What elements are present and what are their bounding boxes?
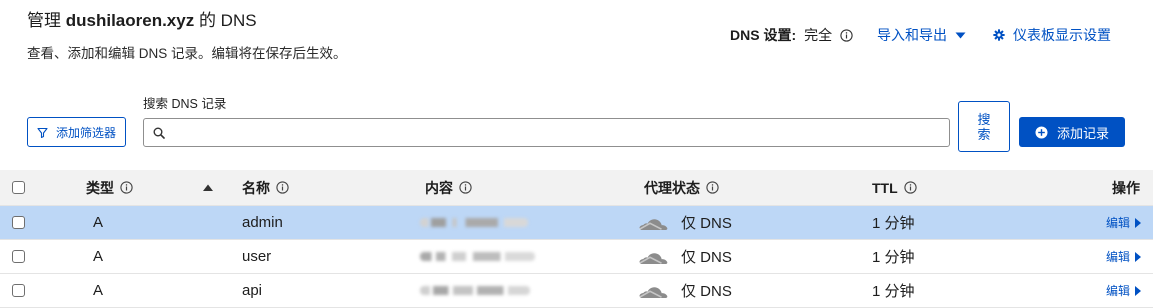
table-header-row: 类型 名称 内容 代理状态 TTL 操作 bbox=[0, 170, 1153, 206]
sort-ascending-icon-glyph bbox=[203, 184, 213, 191]
title-domain: dushilaoren.xyz bbox=[65, 11, 195, 30]
search-icon bbox=[153, 127, 165, 139]
column-header-proxy-status[interactable]: 代理状态 bbox=[644, 170, 719, 205]
record-ttl: 1 分钟 bbox=[872, 215, 915, 232]
info-icon[interactable] bbox=[276, 181, 289, 194]
proxy-status-label: 仅 DNS bbox=[681, 215, 732, 232]
proxy-status-label: 仅 DNS bbox=[681, 249, 732, 266]
column-header-proxy-status-label: 代理状态 bbox=[644, 179, 700, 196]
edit-link-label: 编辑 bbox=[1105, 250, 1130, 264]
search-field[interactable] bbox=[143, 118, 950, 147]
import-export-label: 导入和导出 bbox=[877, 27, 947, 43]
dns-records-table: 类型 名称 内容 代理状态 TTL 操作 A admin 仅 DNS 1 分钟 … bbox=[0, 170, 1153, 308]
record-name: api bbox=[242, 282, 263, 299]
info-icon[interactable] bbox=[840, 28, 853, 42]
select-all-checkbox[interactable] bbox=[12, 181, 25, 194]
column-header-name-label: 名称 bbox=[242, 179, 270, 196]
caret-right-icon bbox=[1135, 251, 1141, 262]
search-label: 搜索 DNS 记录 bbox=[143, 97, 227, 111]
proxy-status: 仅 DNS bbox=[637, 206, 732, 239]
select-all-cell bbox=[12, 170, 25, 205]
record-content-redacted bbox=[420, 206, 528, 239]
column-header-type[interactable]: 类型 bbox=[86, 170, 133, 205]
dns-setting-value: 完全 bbox=[804, 27, 833, 43]
row-checkbox-cell bbox=[12, 274, 25, 307]
title-prefix: 管理 bbox=[27, 11, 61, 30]
record-type: A bbox=[93, 248, 104, 265]
dns-setting: DNS 设置: 完全 bbox=[730, 25, 853, 45]
caret-down-icon bbox=[955, 32, 966, 38]
dashboard-settings-link[interactable]: 仪表板显示设置 bbox=[1013, 25, 1111, 45]
add-record-label: 添加记录 bbox=[1057, 125, 1110, 141]
row-checkbox[interactable] bbox=[12, 216, 25, 229]
info-icon[interactable] bbox=[706, 181, 719, 194]
column-header-name[interactable]: 名称 bbox=[242, 170, 289, 205]
row-checkbox[interactable] bbox=[12, 250, 25, 263]
proxy-status: 仅 DNS bbox=[637, 274, 732, 307]
edit-link[interactable]: 编辑 bbox=[1106, 240, 1141, 273]
record-type: A bbox=[93, 214, 104, 231]
plus-circle-icon bbox=[1035, 126, 1048, 138]
record-content-redacted bbox=[420, 274, 530, 307]
filter-icon bbox=[37, 127, 48, 138]
row-checkbox-cell bbox=[12, 240, 25, 273]
table-body: A admin 仅 DNS 1 分钟 编辑 A user 仅 DNS 1 分钟 … bbox=[0, 206, 1153, 308]
table-row[interactable]: A api 仅 DNS 1 分钟 编辑 bbox=[0, 274, 1153, 308]
add-filter-button[interactable]: 添加筛选器 bbox=[27, 117, 126, 147]
grey-cloud-icon bbox=[639, 252, 668, 264]
add-record-button[interactable]: 添加记录 bbox=[1019, 117, 1125, 147]
record-content-redacted bbox=[420, 240, 535, 273]
grey-cloud-icon bbox=[639, 218, 668, 230]
table-row[interactable]: A user 仅 DNS 1 分钟 编辑 bbox=[0, 240, 1153, 274]
caret-right-icon bbox=[1135, 217, 1141, 228]
record-type: A bbox=[93, 282, 104, 299]
info-icon[interactable] bbox=[459, 181, 472, 194]
edit-link-label: 编辑 bbox=[1105, 216, 1130, 230]
edit-link[interactable]: 编辑 bbox=[1106, 206, 1141, 239]
add-filter-label: 添加筛选器 bbox=[56, 125, 117, 140]
record-name: user bbox=[242, 248, 272, 265]
column-header-content-label: 内容 bbox=[425, 179, 453, 196]
gear-icon[interactable] bbox=[993, 29, 1005, 41]
page-subtitle: 查看、添加和编辑 DNS 记录。编辑将在保存后生效。 bbox=[27, 46, 347, 61]
grey-cloud-icon bbox=[639, 286, 668, 298]
info-icon[interactable] bbox=[120, 181, 133, 194]
dns-setting-label: DNS 设置: bbox=[730, 27, 797, 43]
column-header-ttl[interactable]: TTL bbox=[872, 170, 917, 205]
page-title: 管理 dushilaoren.xyz 的 DNS bbox=[27, 9, 257, 33]
table-row[interactable]: A admin 仅 DNS 1 分钟 编辑 bbox=[0, 206, 1153, 240]
proxy-status: 仅 DNS bbox=[637, 240, 732, 273]
row-checkbox-cell bbox=[12, 206, 25, 239]
row-checkbox[interactable] bbox=[12, 284, 25, 297]
import-export-dropdown[interactable]: 导入和导出 bbox=[877, 25, 966, 45]
column-header-actions: 操作 bbox=[1112, 179, 1140, 196]
sort-ascending-icon[interactable] bbox=[203, 170, 213, 205]
record-ttl: 1 分钟 bbox=[872, 249, 915, 266]
search-button-label: 搜索 bbox=[977, 111, 991, 142]
column-header-content[interactable]: 内容 bbox=[425, 170, 472, 205]
caret-right-icon bbox=[1135, 285, 1141, 296]
edit-link-label: 编辑 bbox=[1105, 284, 1130, 298]
title-suffix: 的 DNS bbox=[198, 11, 257, 30]
column-header-ttl-label: TTL bbox=[872, 179, 898, 196]
search-input[interactable] bbox=[173, 119, 949, 146]
record-ttl: 1 分钟 bbox=[872, 283, 915, 300]
edit-link[interactable]: 编辑 bbox=[1106, 274, 1141, 307]
search-button[interactable]: 搜索 bbox=[958, 101, 1010, 152]
column-header-type-label: 类型 bbox=[86, 179, 114, 196]
proxy-status-label: 仅 DNS bbox=[681, 283, 732, 300]
record-name: admin bbox=[242, 214, 283, 231]
info-icon[interactable] bbox=[904, 181, 917, 194]
